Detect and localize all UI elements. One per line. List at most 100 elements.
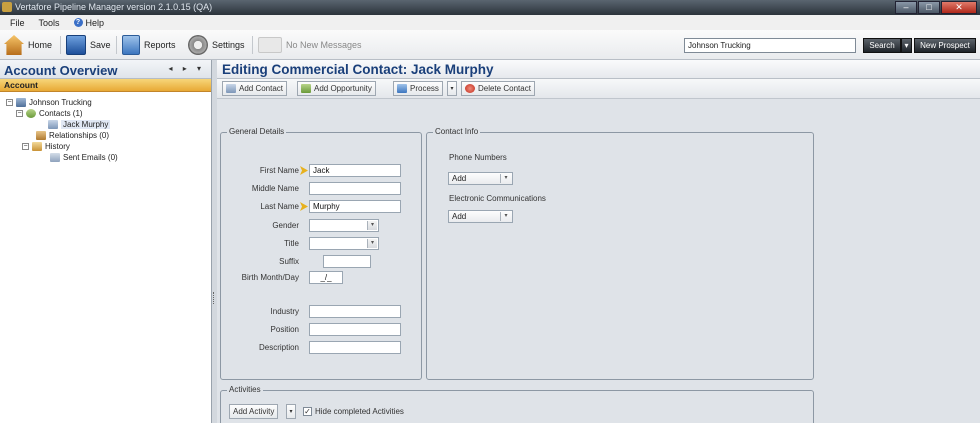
tree-node-contacts[interactable]: − Contacts (1) bbox=[16, 108, 83, 119]
position-label: Position bbox=[270, 325, 299, 334]
settings-button[interactable]: Settings bbox=[188, 33, 245, 57]
home-icon bbox=[4, 35, 24, 55]
title-label: Title bbox=[284, 239, 299, 248]
electronic-add-select[interactable]: Add ▾ bbox=[448, 210, 513, 223]
first-name-label: First Name bbox=[259, 166, 299, 175]
panel-header: Account Overview ◂ ▸ ▾ bbox=[0, 60, 211, 79]
maximize-button[interactable]: □ bbox=[918, 1, 940, 14]
add-opportunity-label: Add Opportunity bbox=[314, 84, 372, 93]
add-opportunity-icon bbox=[301, 84, 311, 93]
add-activity-label: Add Activity bbox=[233, 407, 275, 416]
add-activity-dropdown-button[interactable]: ▾ bbox=[286, 404, 296, 419]
collapse-toggle[interactable]: − bbox=[16, 110, 23, 117]
message-icon bbox=[258, 37, 282, 53]
menu-bar: File Tools ? Help bbox=[0, 15, 980, 30]
industry-field[interactable] bbox=[309, 305, 401, 318]
contact-editor: Editing Commercial Contact: Jack Murphy … bbox=[217, 60, 980, 423]
add-opportunity-button[interactable]: Add Opportunity bbox=[297, 81, 376, 96]
messages-indicator[interactable]: No New Messages bbox=[258, 33, 362, 57]
tree-label: Jack Murphy bbox=[61, 120, 111, 129]
phone-add-select[interactable]: Add ▾ bbox=[448, 172, 513, 185]
close-button[interactable]: ✕ bbox=[941, 1, 977, 14]
process-dropdown-button[interactable]: ▾ bbox=[447, 81, 457, 96]
main-toolbar: Home Save Reports Settings No New Messag… bbox=[0, 30, 980, 60]
relationships-icon bbox=[36, 131, 46, 140]
chevron-down-icon: ▾ bbox=[500, 174, 511, 183]
menu-help[interactable]: ? Help bbox=[73, 17, 105, 28]
action-bar: Add Contact Add Opportunity Process ▾ De… bbox=[217, 79, 980, 99]
suffix-field[interactable] bbox=[323, 255, 371, 268]
search-button[interactable]: Search bbox=[863, 38, 901, 53]
minimize-button[interactable]: – bbox=[895, 1, 917, 14]
gender-label: Gender bbox=[272, 221, 299, 230]
contacts-icon bbox=[26, 109, 36, 118]
group-label: Activities bbox=[227, 385, 263, 394]
menu-help-label: Help bbox=[85, 17, 105, 28]
search-input[interactable]: Johnson Trucking bbox=[684, 38, 856, 53]
tree-label: Relationships (0) bbox=[49, 131, 110, 140]
activities-group: Activities Add Activity ▾ ✓ Hide complet… bbox=[220, 385, 814, 423]
suffix-label: Suffix bbox=[279, 257, 299, 266]
menu-tools[interactable]: Tools bbox=[39, 18, 60, 28]
save-button[interactable]: Save bbox=[66, 33, 111, 57]
page-title: Editing Commercial Contact: Jack Murphy bbox=[222, 62, 494, 77]
add-activity-button[interactable]: Add Activity bbox=[229, 404, 279, 419]
home-button[interactable]: Home bbox=[4, 33, 52, 57]
tree-label: Sent Emails (0) bbox=[63, 153, 118, 162]
tree-node-contact-jack-murphy[interactable]: Jack Murphy bbox=[48, 119, 111, 130]
add-contact-label: Add Contact bbox=[239, 84, 284, 93]
middle-name-field[interactable] bbox=[309, 182, 401, 195]
toolbar-separator bbox=[60, 36, 61, 54]
process-label: Process bbox=[410, 84, 439, 93]
add-contact-button[interactable]: Add Contact bbox=[222, 81, 288, 96]
settings-label: Settings bbox=[212, 40, 245, 50]
tree-node-sent-emails[interactable]: Sent Emails (0) bbox=[50, 152, 118, 163]
tree-label: Contacts (1) bbox=[39, 109, 83, 118]
toolbar-separator bbox=[252, 36, 253, 54]
middle-name-label: Middle Name bbox=[251, 184, 299, 193]
save-label: Save bbox=[90, 40, 111, 50]
email-icon bbox=[50, 153, 60, 162]
title-select[interactable]: ▾ bbox=[309, 237, 379, 250]
birth-month-day-label: Birth Month/Day bbox=[241, 273, 299, 282]
group-label: General Details bbox=[227, 127, 287, 136]
history-icon bbox=[32, 142, 42, 151]
group-label: Contact Info bbox=[433, 127, 481, 136]
collapse-toggle[interactable]: − bbox=[6, 99, 13, 106]
collapse-toggle[interactable]: − bbox=[22, 143, 29, 150]
electronic-add-value: Add bbox=[452, 212, 467, 221]
company-icon bbox=[16, 98, 26, 107]
hide-completed-checkbox[interactable]: ✓ bbox=[303, 407, 312, 416]
panel-title: Account Overview bbox=[4, 63, 118, 78]
home-label: Home bbox=[28, 40, 53, 50]
delete-contact-label: Delete Contact bbox=[478, 84, 531, 93]
last-name-field[interactable]: Murphy bbox=[309, 200, 401, 213]
search-dropdown-button[interactable]: ▾ bbox=[901, 38, 912, 53]
menu-file[interactable]: File bbox=[10, 18, 25, 28]
required-field-arrow-icon bbox=[300, 202, 308, 211]
process-button[interactable]: Process bbox=[393, 81, 443, 96]
first-name-field[interactable]: Jack bbox=[309, 164, 401, 177]
delete-contact-button[interactable]: Delete Contact bbox=[461, 81, 535, 96]
account-section-header[interactable]: Account bbox=[0, 79, 211, 92]
help-icon: ? bbox=[73, 18, 83, 27]
required-field-arrow-icon bbox=[300, 166, 308, 175]
hide-completed-label: Hide completed Activities bbox=[315, 407, 404, 416]
chevron-down-icon: ▾ bbox=[367, 221, 377, 230]
position-field[interactable] bbox=[309, 323, 401, 336]
splitter-grip[interactable] bbox=[213, 292, 216, 304]
gender-select[interactable]: ▾ bbox=[309, 219, 379, 232]
reports-button[interactable]: Reports bbox=[122, 33, 176, 57]
panel-nav-arrows[interactable]: ◂ ▸ ▾ bbox=[169, 64, 206, 73]
tree-node-relationships[interactable]: Relationships (0) bbox=[36, 130, 109, 141]
tree-node-account[interactable]: − Johnson Trucking bbox=[6, 97, 92, 108]
tree-node-history[interactable]: − History bbox=[22, 141, 70, 152]
phone-numbers-label: Phone Numbers bbox=[449, 153, 507, 162]
window-controls: – □ ✕ bbox=[894, 1, 977, 14]
birth-month-day-field[interactable]: _/_ bbox=[309, 271, 343, 284]
general-details-group: General Details First Name Jack Middle N… bbox=[220, 127, 422, 380]
new-prospect-button[interactable]: New Prospect bbox=[914, 38, 976, 53]
chevron-down-icon: ▾ bbox=[500, 212, 511, 221]
toolbar-separator bbox=[116, 36, 117, 54]
description-field[interactable] bbox=[309, 341, 401, 354]
